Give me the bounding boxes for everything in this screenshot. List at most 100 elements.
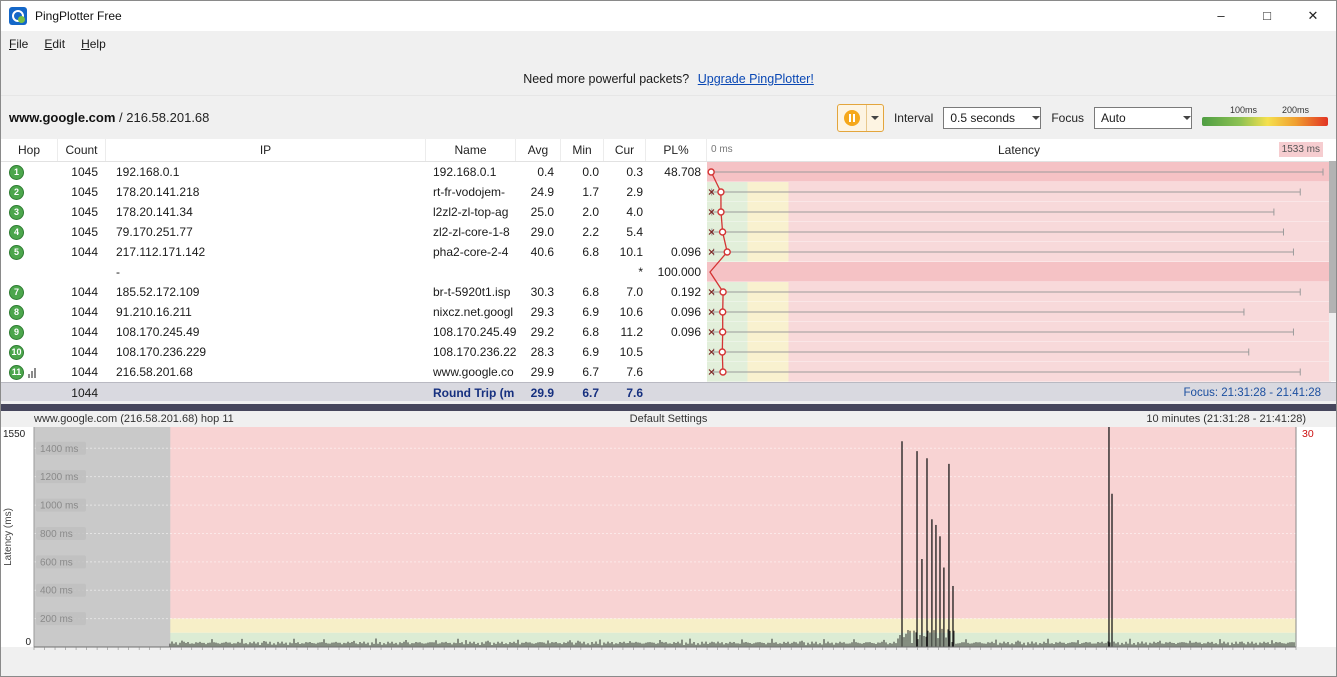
latency-bar-cell bbox=[707, 302, 1331, 322]
cur-cell: 5.4 bbox=[604, 222, 646, 242]
min-cell: 6.7 bbox=[561, 362, 604, 382]
focus-label: Focus bbox=[1051, 111, 1084, 125]
name-cell: rt-fr-vodojem- bbox=[426, 182, 516, 202]
pause-button[interactable] bbox=[837, 104, 884, 132]
legend-100ms-label: 100ms bbox=[1230, 105, 1257, 115]
focus-graph-icon[interactable] bbox=[28, 367, 36, 378]
minimize-button[interactable]: – bbox=[1198, 1, 1244, 31]
latency-time-graph[interactable]: 1400 ms1200 ms1000 ms800 ms600 ms400 ms2… bbox=[1, 427, 1336, 677]
target-bar: www.google.com / 216.58.201.68 Interval … bbox=[1, 95, 1336, 140]
ip-cell: 108.170.245.49 bbox=[106, 322, 426, 342]
avg-cell: 29.0 bbox=[516, 222, 561, 242]
packet-loss-cell bbox=[646, 202, 707, 222]
hop-indicator: 9 bbox=[9, 325, 24, 340]
interval-value: 0.5 seconds bbox=[944, 111, 1032, 125]
count-cell: 1044 bbox=[58, 302, 106, 322]
hop-cell: 7 bbox=[1, 282, 58, 302]
min-cell: 6.8 bbox=[561, 242, 604, 262]
hop-cell bbox=[1, 262, 58, 282]
interval-label: Interval bbox=[894, 111, 933, 125]
latency-bar-cell bbox=[707, 322, 1331, 342]
maximize-button[interactable]: □ bbox=[1244, 1, 1290, 31]
vertical-scrollbar-thumb[interactable] bbox=[1329, 161, 1336, 313]
table-row[interactable]: -*100.000 bbox=[1, 262, 1336, 282]
name-cell: 108.170.245.49 bbox=[426, 322, 516, 342]
table-row[interactable]: 71044185.52.172.109br-t-5920t1.isp30.36.… bbox=[1, 282, 1336, 302]
svg-text:1200 ms: 1200 ms bbox=[40, 472, 78, 483]
menu-help[interactable]: Help bbox=[73, 31, 114, 57]
pause-dropdown-arrow[interactable] bbox=[866, 105, 883, 131]
menu-edit[interactable]: Edit bbox=[36, 31, 73, 57]
table-row[interactable]: 91044108.170.245.49108.170.245.4929.26.8… bbox=[1, 322, 1336, 342]
target-controls: Interval 0.5 seconds Focus Auto 100ms 20… bbox=[837, 96, 1328, 140]
latency-scale-legend: 100ms 200ms bbox=[1202, 104, 1328, 132]
column-header-avg[interactable]: Avg bbox=[516, 139, 561, 161]
table-row[interactable]: 21045178.20.141.218rt-fr-vodojem-24.91.7… bbox=[1, 182, 1336, 202]
upgrade-banner: Need more powerful packets? Upgrade Ping… bbox=[1, 57, 1336, 95]
cur-cell: 10.1 bbox=[604, 242, 646, 262]
ip-cell: 108.170.236.229 bbox=[106, 342, 426, 362]
count-cell: 1045 bbox=[58, 182, 106, 202]
hop-indicator: 2 bbox=[9, 185, 24, 200]
packet-loss-cell: 0.096 bbox=[646, 302, 707, 322]
svg-text:0: 0 bbox=[25, 637, 31, 648]
hop-indicator: 4 bbox=[9, 225, 24, 240]
svg-text:400 ms: 400 ms bbox=[40, 586, 73, 597]
count-cell: 1045 bbox=[58, 162, 106, 182]
summary-count: 1044 bbox=[58, 383, 106, 402]
latency-bar-cell bbox=[707, 362, 1331, 382]
close-button[interactable]: ✕ bbox=[1290, 1, 1336, 31]
ip-cell: 178.20.141.218 bbox=[106, 182, 426, 202]
table-row[interactable]: 111044216.58.201.68www.google.co29.96.77… bbox=[1, 362, 1336, 382]
column-header-cur[interactable]: Cur bbox=[604, 139, 646, 161]
name-cell: 108.170.236.22 bbox=[426, 342, 516, 362]
time-graph-panel[interactable]: 1400 ms1200 ms1000 ms800 ms600 ms400 ms2… bbox=[1, 427, 1336, 677]
summary-cur: 7.6 bbox=[604, 383, 646, 402]
table-row[interactable]: 4104579.170.251.77zl2-zl-core-1-829.02.2… bbox=[1, 222, 1336, 242]
min-cell bbox=[561, 262, 604, 282]
ip-cell: 178.20.141.34 bbox=[106, 202, 426, 222]
column-header-hop[interactable]: Hop bbox=[1, 139, 58, 161]
table-row[interactable]: 51044217.112.171.142pha2-core-2-440.66.8… bbox=[1, 242, 1336, 262]
hop-indicator: 7 bbox=[9, 285, 24, 300]
interval-select[interactable]: 0.5 seconds bbox=[943, 107, 1041, 129]
graph-settings-label: Default Settings bbox=[1, 411, 1336, 427]
cur-cell: 7.0 bbox=[604, 282, 646, 302]
column-header-count[interactable]: Count bbox=[58, 139, 106, 161]
column-header-pl[interactable]: PL% bbox=[646, 139, 707, 161]
latency-bar-cell bbox=[707, 242, 1331, 262]
hop-cell: 8 bbox=[1, 302, 58, 322]
packet-loss-cell bbox=[646, 222, 707, 242]
latency-bar-cell bbox=[707, 262, 1331, 282]
target-ip: / 216.58.201.68 bbox=[115, 110, 209, 125]
column-header-min[interactable]: Min bbox=[561, 139, 604, 161]
vertical-scrollbar[interactable] bbox=[1329, 161, 1336, 381]
count-cell: 1045 bbox=[58, 222, 106, 242]
summary-row[interactable]: 1044 Round Trip (m 29.9 6.7 7.6 Focus: 2… bbox=[1, 382, 1336, 402]
focus-select[interactable]: Auto bbox=[1094, 107, 1192, 129]
count-cell: 1044 bbox=[58, 362, 106, 382]
min-cell: 6.9 bbox=[561, 342, 604, 362]
table-row[interactable]: 8104491.210.16.211nixcz.net.googl29.36.9… bbox=[1, 302, 1336, 322]
chevron-down-icon bbox=[1032, 116, 1040, 124]
column-header-name[interactable]: Name bbox=[426, 139, 516, 161]
ip-cell: 216.58.201.68 bbox=[106, 362, 426, 382]
cur-cell: 11.2 bbox=[604, 322, 646, 342]
upgrade-link[interactable]: Upgrade PingPlotter! bbox=[698, 72, 814, 86]
hop-indicator: 3 bbox=[9, 205, 24, 220]
hop-cell: 5 bbox=[1, 242, 58, 262]
table-row[interactable]: 31045178.20.141.34l2zl2-zl-top-ag25.02.0… bbox=[1, 202, 1336, 222]
min-cell: 2.0 bbox=[561, 202, 604, 222]
svg-text:800 ms: 800 ms bbox=[40, 529, 73, 540]
titlebar: PingPlotter Free – □ ✕ bbox=[1, 1, 1336, 31]
packet-loss-cell: 48.708 bbox=[646, 162, 707, 182]
menu-file[interactable]: File bbox=[1, 31, 36, 57]
column-header-ip[interactable]: IP bbox=[106, 139, 426, 161]
table-row[interactable]: 101044108.170.236.229108.170.236.2228.36… bbox=[1, 342, 1336, 362]
svg-text:1400 ms: 1400 ms bbox=[40, 444, 78, 455]
count-cell: 1044 bbox=[58, 342, 106, 362]
hop-indicator: 11 bbox=[9, 365, 24, 380]
table-row[interactable]: 11045192.168.0.1192.168.0.10.40.00.348.7… bbox=[1, 162, 1336, 182]
splitter-handle[interactable] bbox=[1, 401, 1336, 411]
hop-cell: 10 bbox=[1, 342, 58, 362]
